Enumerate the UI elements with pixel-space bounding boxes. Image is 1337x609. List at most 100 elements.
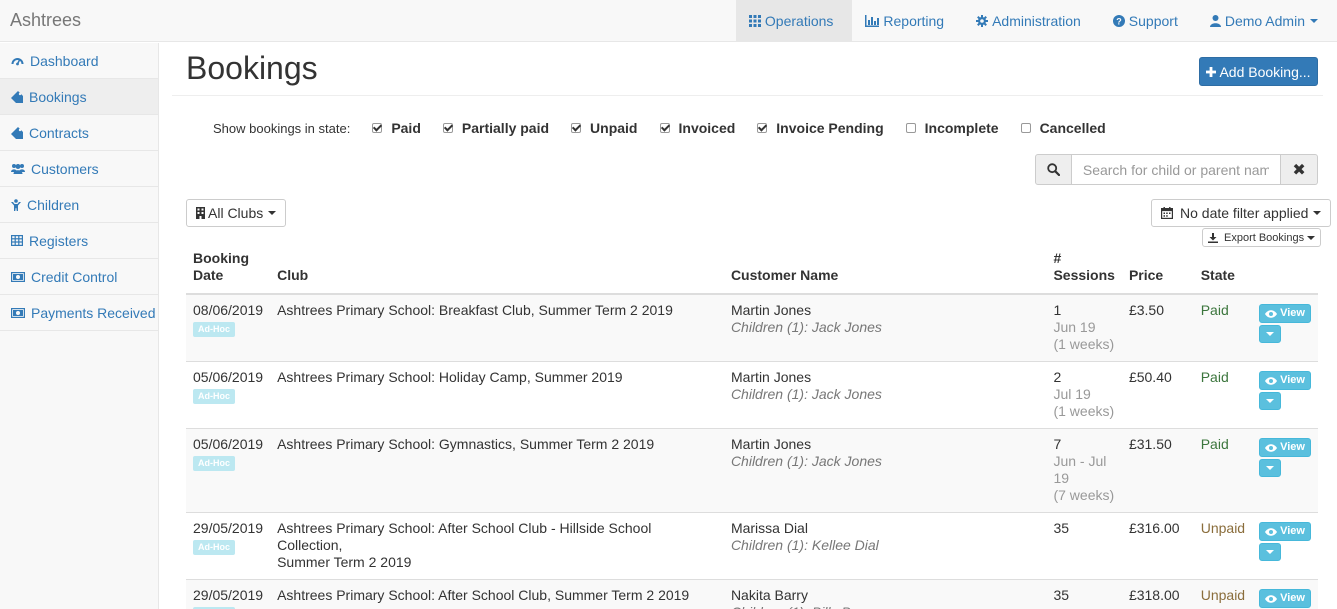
question-circle-icon: ? [1112,15,1125,27]
customer-name[interactable]: Martin Jones [731,302,1040,319]
booking-state: Paid [1200,436,1229,452]
sidebar-item-customers[interactable]: Customers [0,151,158,187]
checkbox[interactable] [571,123,582,133]
view-button[interactable]: View [1259,371,1311,390]
nav-support[interactable]: ? Support [1100,0,1197,42]
customer-name[interactable]: Martin Jones [731,369,1040,386]
row-actions-dropdown[interactable] [1259,459,1282,477]
booking-price: £3.50 [1128,302,1164,318]
row-actions-dropdown[interactable] [1259,392,1282,410]
clear-search-button[interactable]: ✖ [1281,154,1318,185]
checkbox[interactable] [372,123,383,133]
children-list: Children (1): Kellee Dial [730,537,879,553]
sidebar-item-registers[interactable]: Registers [0,223,158,259]
view-button[interactable]: View [1259,438,1311,457]
table-row[interactable]: 08/06/2019 Ad-Hoc Ashtrees Primary School… [186,293,1318,362]
eye-icon [1265,309,1278,318]
table-row[interactable]: 05/06/2019 Ad-Hoc Ashtrees Primary School… [186,361,1318,429]
date-filter-dropdown[interactable]: No date filter applied [1151,199,1332,227]
sidebar-item-children[interactable]: Children [0,187,158,223]
checkbox[interactable] [1020,123,1031,133]
header-text: Price [1128,267,1164,283]
checkbox[interactable] [659,123,670,133]
col-sessions[interactable]: # Sessions [1046,250,1122,295]
cell-date: 29/05/2019Ad-Hoc [186,579,271,609]
chevron-down-icon [268,211,277,215]
chevron-down-icon [1310,19,1318,23]
brand-title[interactable]: Ashtrees [10,10,81,31]
chevron-down-icon [1266,399,1275,403]
session-range-cont: 19 [1053,470,1070,486]
customer-name[interactable]: Nakita Barry [731,587,1040,604]
sidebar: Dashboard Bookings Contracts Customers C… [0,43,159,609]
cog-icon [976,15,989,27]
filter-unpaid[interactable]: Unpaid [571,120,638,136]
checkbox[interactable] [905,123,916,133]
nav-operations-label: Operations [764,13,834,29]
col-club[interactable]: Club [270,250,724,295]
customer-name[interactable]: Marissa Dial [731,520,1040,537]
booking-state: Unpaid [1200,587,1246,603]
nav-user-menu[interactable]: Demo Admin [1197,0,1337,42]
nav-reporting-label: Reporting [883,13,945,29]
filter-partially-paid[interactable]: Partially paid [442,120,550,136]
table-row[interactable]: 29/05/2019Ad-Hoc Ashtrees Primary School… [186,579,1318,609]
sidebar-item-contracts[interactable]: Contracts [0,115,158,151]
header-text: # [1053,250,1062,266]
sidebar-item-dashboard[interactable]: Dashboard [0,43,158,79]
club-name: Ashtrees Primary School: Breakfast Club,… [277,302,673,318]
view-button[interactable]: View [1259,589,1311,608]
col-price[interactable]: Price [1121,250,1194,295]
booking-date: 05/06/2019 [193,369,264,385]
filter-label: Paid [391,120,421,136]
filter-incomplete[interactable]: Incomplete [905,120,999,136]
nav-administration[interactable]: Administration [963,0,1100,42]
cell-date: 05/06/2019 Ad-Hoc [186,428,271,513]
sidebar-item-payments-received[interactable]: Payments Received [0,295,158,331]
filter-paid[interactable]: Paid [372,120,421,136]
child-icon [11,198,21,211]
all-clubs-label: All Clubs [208,205,264,221]
export-bookings-dropdown[interactable]: Export Bookings [1202,228,1322,247]
booking-date: 29/05/2019 [193,587,264,603]
filter-cancelled[interactable]: Cancelled [1020,120,1106,136]
nav-operations[interactable]: Operations [735,0,853,42]
all-clubs-dropdown[interactable]: All Clubs [186,199,287,227]
search-input[interactable] [1071,154,1282,185]
cell-customer: Nakita BarryChildren (1): Billy Barry [723,579,1047,609]
view-button[interactable]: View [1259,522,1311,541]
ad-hoc-badge: Ad-Hoc [193,456,235,471]
ad-hoc-badge: Ad-Hoc [193,540,235,555]
filter-label: Partially paid [461,120,550,136]
plus-icon [1206,66,1217,77]
table-row[interactable]: 29/05/2019Ad-Hoc Ashtrees Primary School… [186,512,1318,580]
customer-name[interactable]: Martin Jones [731,436,1040,453]
filter-invoiced[interactable]: Invoiced [659,120,735,136]
filter-invoice-pending[interactable]: Invoice Pending [757,120,884,136]
cell-price: £316.00 [1121,512,1194,580]
cell-sessions: 35 [1046,579,1122,609]
cell-state: Paid [1193,428,1253,513]
session-range: Jun 19 [1053,319,1096,335]
add-booking-button[interactable]: Add Booking... [1199,57,1318,86]
sidebar-item-label: Dashboard [30,52,99,69]
bar-chart-icon [865,15,880,27]
row-actions-dropdown[interactable] [1259,325,1282,343]
sidebar-item-bookings[interactable]: Bookings [0,79,158,115]
cell-state: Paid [1193,361,1253,429]
session-weeks: (1 weeks) [1053,336,1115,352]
checkbox[interactable] [757,123,768,133]
table-row[interactable]: 05/06/2019 Ad-Hoc Ashtrees Primary School… [186,428,1318,513]
cell-customer: Marissa Dial Children (1): Kellee Dial [723,512,1047,580]
col-booking-date[interactable]: Booking Date [186,250,271,295]
cell-actions: View [1252,361,1318,429]
col-customer-name[interactable]: Customer Name [723,250,1047,295]
view-button[interactable]: View [1259,304,1311,323]
row-actions-dropdown[interactable] [1259,543,1282,561]
sidebar-item-credit-control[interactable]: Credit Control [0,259,158,295]
user-icon [1209,15,1221,27]
nav-reporting[interactable]: Reporting [852,0,963,42]
col-state[interactable]: State [1193,250,1253,295]
checkbox[interactable] [442,123,453,133]
session-count: 1 [1053,302,1062,318]
